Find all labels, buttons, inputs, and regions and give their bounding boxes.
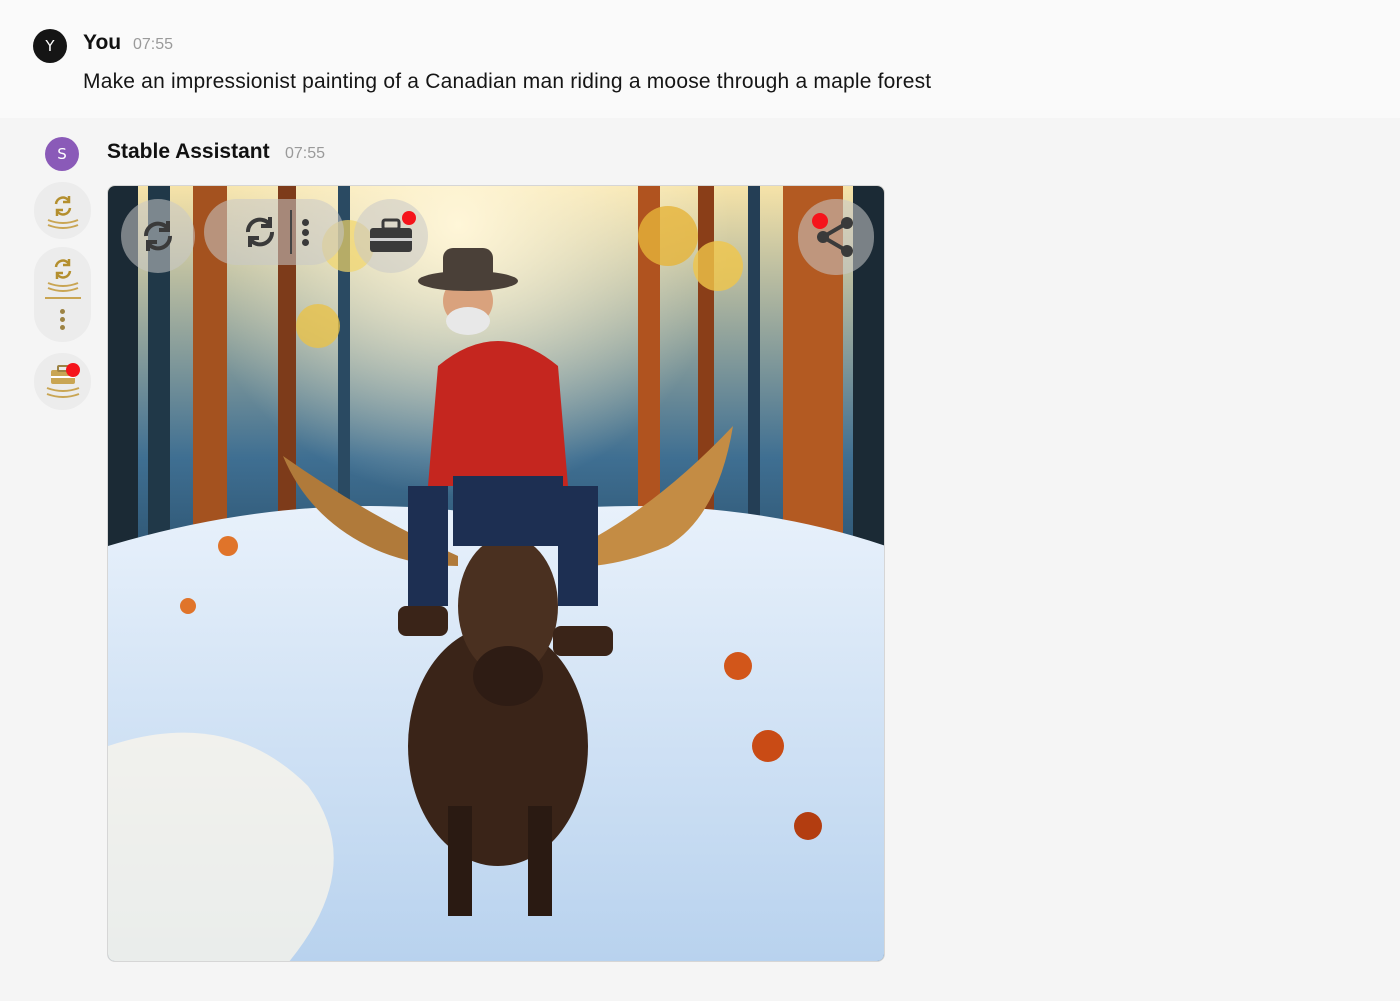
variate-button[interactable] <box>204 199 344 265</box>
assistant-avatar: S <box>45 137 79 171</box>
moose-painting-image <box>108 186 884 961</box>
assistant-name: Stable Assistant <box>107 140 270 163</box>
generated-image[interactable] <box>107 185 885 962</box>
notification-dot <box>66 363 80 377</box>
variations-button[interactable] <box>34 247 91 342</box>
button-separator <box>289 210 292 254</box>
toolbox-button[interactable] <box>34 353 91 410</box>
regenerate-all-icon <box>47 195 78 229</box>
user-message-time: 07:55 <box>133 36 174 53</box>
user-prompt-text: Make an impressionist painting of a Cana… <box>83 70 932 93</box>
regenerate-icon <box>143 221 173 251</box>
rail-divider <box>44 297 81 299</box>
regenerate-all-button[interactable] <box>34 182 91 239</box>
assistant-message-time: 07:55 <box>285 145 326 162</box>
user-name: You <box>83 31 122 54</box>
user-message: Y You 07:55 Make an impressionist painti… <box>0 0 1400 118</box>
variate-icon <box>245 217 274 247</box>
user-avatar-letter: Y <box>45 37 55 55</box>
toolbox-button[interactable] <box>354 199 428 273</box>
user-avatar: Y <box>33 29 67 63</box>
more-options-icon[interactable] <box>301 218 309 246</box>
notification-dot <box>812 213 828 229</box>
variations-icon <box>47 259 78 292</box>
share-button[interactable] <box>798 199 874 275</box>
regenerate-button[interactable] <box>121 199 195 273</box>
more-options-icon[interactable] <box>60 309 65 330</box>
notification-dot <box>402 211 416 225</box>
assistant-avatar-letter: S <box>57 145 67 163</box>
